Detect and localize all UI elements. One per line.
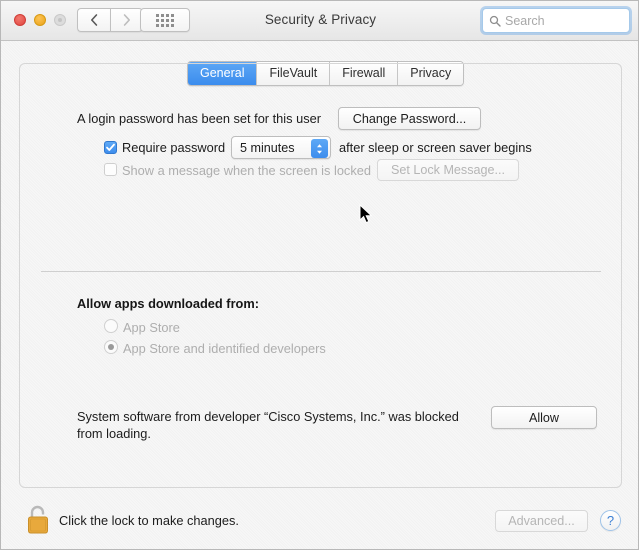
set-lock-message-button[interactable]: Set Lock Message...: [377, 159, 519, 181]
help-button[interactable]: ?: [600, 510, 621, 531]
require-password-checkbox[interactable]: [104, 141, 117, 154]
login-password-status-label: A login password has been set for this u…: [77, 111, 321, 126]
radio-app-store-and-identified-developers[interactable]: [104, 340, 118, 354]
security-privacy-window: Security & Privacy General FileVault Fir…: [0, 0, 639, 550]
search-input[interactable]: [505, 13, 623, 28]
allow-button[interactable]: Allow: [491, 406, 597, 429]
sleep-delay-value: 5 minutes: [240, 141, 295, 155]
unlocked-padlock-icon: [28, 505, 48, 534]
show-lock-message-label: Show a message when the screen is locked: [122, 163, 371, 178]
search-field[interactable]: [482, 8, 630, 33]
window-titlebar: Security & Privacy: [1, 1, 638, 41]
blocked-software-notice: System software from developer “Cisco Sy…: [77, 409, 459, 441]
require-password-label: Require password: [122, 140, 226, 155]
after-sleep-label: after sleep or screen saver begins: [339, 140, 532, 155]
advanced-button[interactable]: Advanced...: [495, 510, 588, 532]
lock-button[interactable]: [25, 503, 51, 536]
chevron-up-down-icon: [311, 139, 328, 158]
allow-apps-heading: Allow apps downloaded from:: [77, 296, 259, 311]
sleep-delay-popup-button[interactable]: 5 minutes: [231, 136, 331, 159]
change-password-button[interactable]: Change Password...: [338, 107, 481, 130]
radio-identified-developers-label: App Store and identified developers: [123, 341, 326, 356]
checkmark-icon: [106, 143, 115, 151]
search-icon: [489, 15, 501, 27]
show-lock-message-checkbox[interactable]: [104, 163, 117, 176]
section-divider: [41, 271, 601, 272]
radio-app-store-label: App Store: [123, 320, 180, 335]
lock-hint-label: Click the lock to make changes.: [59, 513, 239, 528]
radio-app-store[interactable]: [104, 319, 118, 333]
